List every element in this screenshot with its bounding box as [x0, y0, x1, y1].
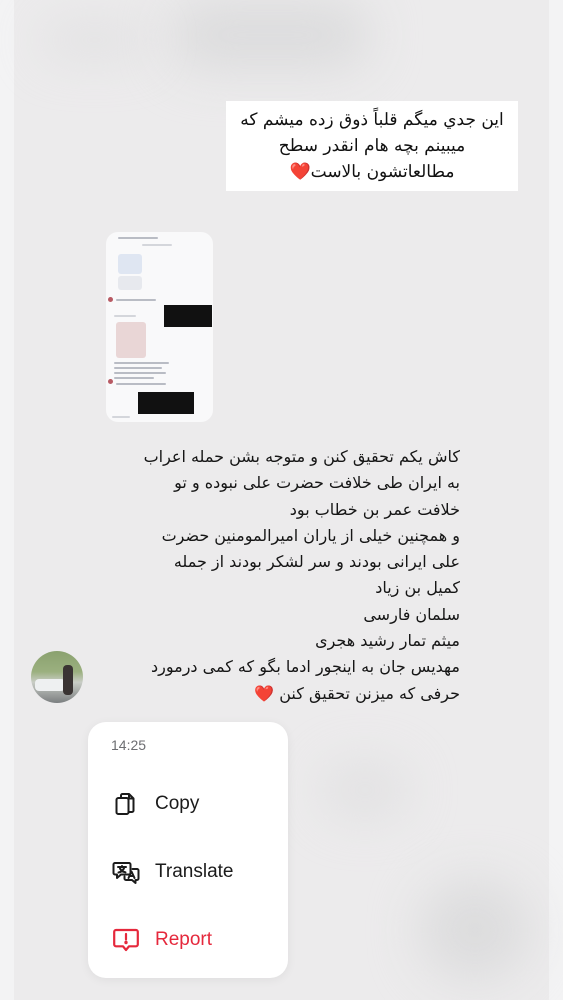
copy-label: Copy: [155, 793, 200, 814]
message-line: میثم تمار رشید هجری: [315, 631, 460, 651]
message-line: علی ایرانی بودند و سر لشکر بودند از جمله: [173, 552, 460, 572]
message-line: کمیل بن زیاد: [375, 578, 460, 598]
thumbnail-detail: [138, 392, 194, 414]
message-context-menu: 14:25 Copy Translate Report: [88, 722, 288, 978]
quote-line: اين جدي ميگم قلباً ذوق زده میشم که: [240, 110, 504, 130]
thumbnail-detail: [164, 305, 212, 327]
thumbnail-detail: [108, 379, 113, 384]
avatar-photo-detail: [63, 665, 73, 695]
thumbnail-detail: [114, 377, 154, 379]
message-text[interactable]: کاش یکم تحقیق کنن و متوجه بشن حمله اعراب…: [98, 444, 460, 707]
message-line: مهدیس جان به اینجور ادما بگو که کمی درمو…: [151, 657, 460, 677]
thumbnail-detail: [118, 237, 158, 239]
thumbnail-detail: [114, 362, 169, 364]
thumbnail-detail: [118, 276, 142, 290]
attached-screenshot-thumbnail[interactable]: [106, 232, 213, 422]
thumbnail-detail: [116, 322, 146, 358]
thumbnail-detail: [116, 299, 156, 301]
thumbnail-detail: [114, 372, 166, 374]
message-line: به ایران طی خلافت حضرت علی نبوده و تو: [174, 473, 460, 493]
copy-menu-item[interactable]: Copy: [88, 780, 288, 828]
message-line: کاش یکم تحقیق کنن و متوجه بشن حمله اعراب: [143, 447, 460, 466]
quoted-story-text-card[interactable]: اين جدي ميگم قلباً ذوق زده میشم که میبین…: [226, 101, 518, 191]
message-line: و همچنین خیلی از یاران امیرالمومنین حضرت: [161, 525, 460, 545]
translate-icon: [112, 859, 140, 885]
quote-line: مطالعاتشون بالاست❤️: [289, 162, 455, 182]
report-label: Report: [155, 929, 213, 950]
blurred-background: [320, 760, 410, 820]
copy-icon: [112, 791, 138, 817]
message-timestamp: 14:25: [111, 737, 147, 753]
translate-label: Translate: [155, 861, 234, 882]
message-line: حرفی که میزنن تحقیق کنن ❤️: [254, 683, 460, 703]
thumbnail-detail: [116, 383, 166, 385]
blurred-background: [40, 20, 150, 60]
blurred-background: [170, 0, 370, 70]
blurred-background: [420, 880, 530, 980]
avatar-photo-detail: [35, 679, 65, 691]
thumbnail-detail: [112, 416, 130, 418]
sender-avatar[interactable]: [31, 651, 83, 703]
report-icon: [112, 927, 139, 953]
message-line: سلمان فارسی: [363, 604, 460, 624]
report-menu-item[interactable]: Report: [88, 916, 288, 964]
screen-edge-left: [0, 0, 14, 1000]
quote-line: میبینم بچه هام انقدر سطح: [278, 136, 466, 156]
message-line: خلافت عمر بن خطاب بود: [289, 499, 460, 519]
screen-edge-right: [549, 0, 563, 1000]
thumbnail-detail: [118, 254, 142, 274]
thumbnail-detail: [142, 244, 172, 246]
thumbnail-detail: [114, 367, 162, 369]
translate-menu-item[interactable]: Translate: [88, 848, 288, 896]
thumbnail-detail: [108, 297, 113, 302]
thumbnail-detail: [114, 315, 136, 317]
